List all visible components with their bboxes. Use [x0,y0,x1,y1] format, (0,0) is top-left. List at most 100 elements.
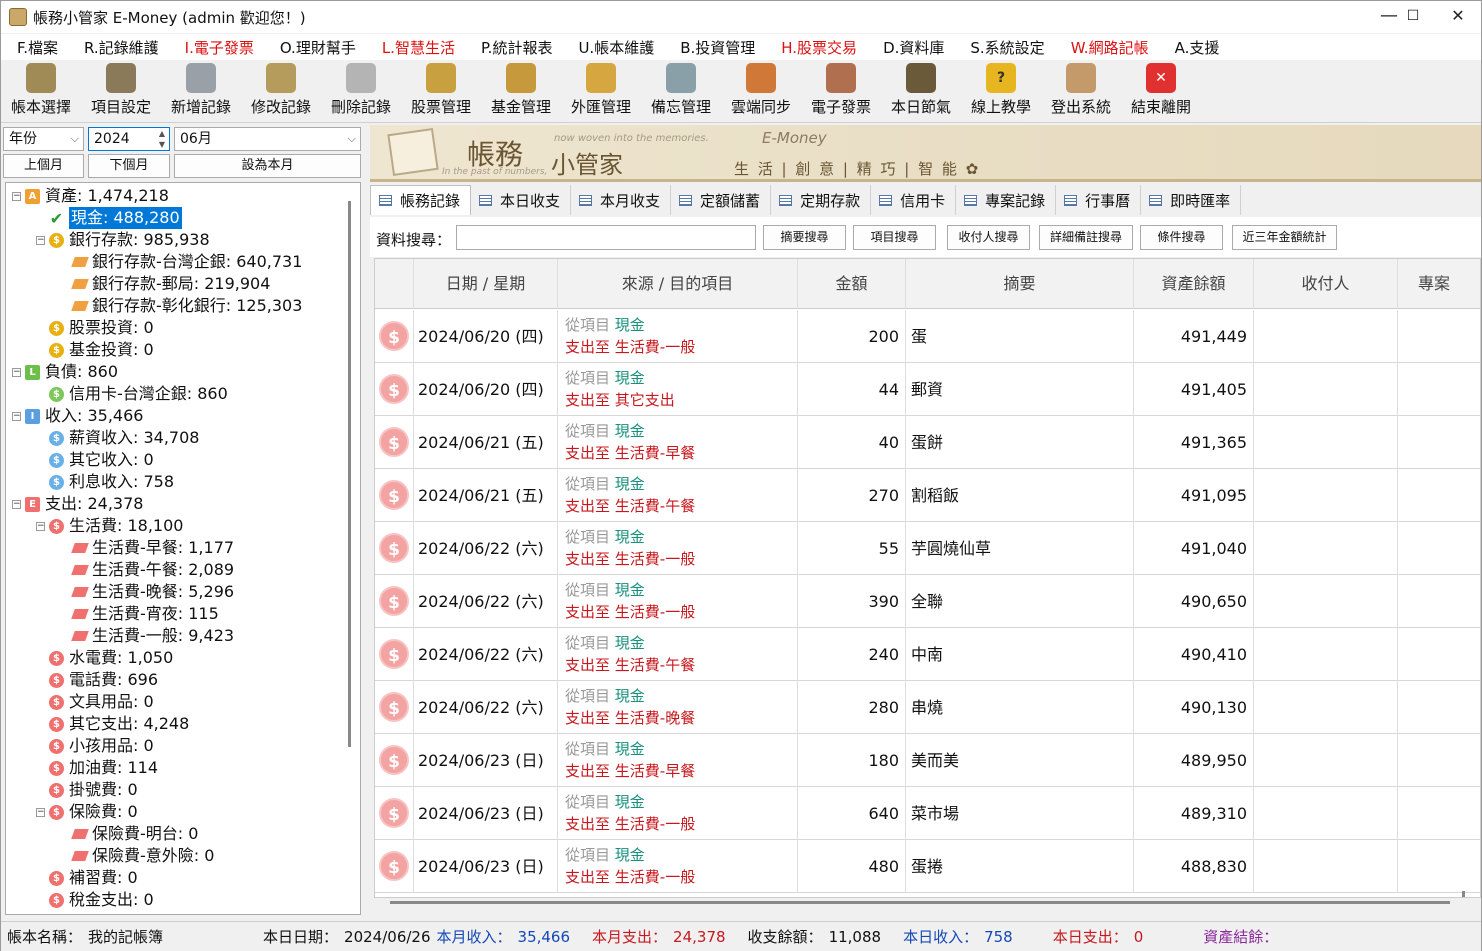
prev-month-button[interactable]: 上個月 [3,154,84,178]
toolbar-button-8[interactable]: 備忘管理 [641,61,721,121]
tab-1[interactable]: 本日收支 [471,185,572,215]
account-tree[interactable]: − A 資產: 1,474,218 ✔ 現金: 488,280− $ 銀行存款: 985,9… [5,182,361,915]
tree-toggle-icon[interactable]: − [36,807,45,817]
column-header[interactable]: 摘要 [906,259,1134,309]
tree-toggle-icon[interactable]: − [12,191,21,201]
toolbar-button-0[interactable]: 帳本選擇 [1,61,81,121]
table-row[interactable]: $2024/06/21 (五) 從項目 現金 支出至 生活費-午餐 270 割稻飯 491… [375,469,1480,522]
tree-node[interactable]: $ 電話費: 696 [36,669,158,691]
tree-toggle-icon[interactable]: − [12,411,21,421]
toolbar-button-3[interactable]: 修改記錄 [241,61,321,121]
search-button-1[interactable]: 項目搜尋 [853,225,936,250]
tree-node[interactable]: 生活費-一般: 9,423 [60,625,234,647]
table-row[interactable]: $2024/06/22 (六) 從項目 現金 支出至 生活費-一般 55 芋圓燒仙草 49… [375,522,1480,575]
records-grid[interactable]: 日期 / 星期 來源 / 目的項目 金額 摘要 資產餘額 收付人 專案 $2024/06/20… [374,258,1481,898]
menu-item-5[interactable]: P.統計報表 [465,37,562,58]
tree-node[interactable]: $ 其它支出: 4,248 [36,713,189,735]
search-input[interactable] [456,225,756,250]
column-header[interactable]: 日期 / 星期 [414,259,558,309]
menu-item-11[interactable]: W.網路記帳 [1055,37,1159,58]
tree-toggle-icon[interactable]: − [36,235,45,245]
maximize-button[interactable]: ☐ [1390,1,1436,33]
table-row[interactable]: $2024/06/21 (五) 從項目 現金 支出至 生活費-早餐 40 蛋餅 491,3… [375,416,1480,469]
tree-node[interactable]: $ 薪資收入: 34,708 [36,427,199,449]
tree-node[interactable]: $ 股票投資: 0 [36,317,154,339]
table-row[interactable]: $2024/06/20 (四) 從項目 現金 支出至 生活費-一般 200 蛋 491,4… [375,310,1480,363]
tree-scrollbar[interactable] [348,201,351,747]
menu-item-8[interactable]: H.股票交易 [765,37,867,58]
toolbar-button-13[interactable]: 登出系統 [1041,61,1121,121]
tab-8[interactable]: 即時匯率 [1141,185,1242,215]
column-header[interactable]: 金額 [798,259,906,309]
column-header[interactable]: 收付人 [1254,259,1398,309]
tab-7[interactable]: 行事曆 [1056,185,1142,215]
year-spinner[interactable]: 2024 ▲ ▼ [88,127,170,151]
toolbar-button-10[interactable]: 電子發票 [801,61,881,121]
period-dropdown[interactable]: 年份 ⌵ [3,127,84,151]
tree-node[interactable]: − L 負債: 860 [12,361,118,383]
tree-node[interactable]: $ 利息收入: 758 [36,471,174,493]
table-row[interactable]: $2024/06/22 (六) 從項目 現金 支出至 生活費-晚餐 280 串燒 490,… [375,681,1480,734]
toolbar-button-9[interactable]: 雲端同步 [721,61,801,121]
toolbar-button-7[interactable]: 外匯管理 [561,61,641,121]
tab-6[interactable]: 專案記錄 [956,185,1057,215]
column-header[interactable] [375,259,414,309]
toolbar-button-11[interactable]: 本日節氣 [881,61,961,121]
menu-item-6[interactable]: U.帳本維護 [562,37,664,58]
tree-node[interactable]: $ 小孩用品: 0 [36,735,154,757]
toolbar-button-14[interactable]: ✕ 結束離開 [1121,61,1201,121]
tree-node[interactable]: 生活費-宵夜: 115 [60,603,219,625]
table-row[interactable]: $2024/06/22 (六) 從項目 現金 支出至 生活費-一般 390 全聯 490,… [375,575,1480,628]
tree-toggle-icon[interactable]: − [36,521,45,531]
table-row[interactable]: $2024/06/23 (日) 從項目 現金 支出至 生活費-一般 480 蛋捲 488,… [375,840,1480,893]
search-button-3[interactable]: 詳細備註搜尋 [1039,225,1133,250]
tree-node[interactable]: $ 稅金支出: 0 [36,889,154,911]
tree-node[interactable]: 生活費-午餐: 2,089 [60,559,234,581]
tree-node[interactable]: $ 加油費: 114 [36,757,158,779]
next-month-button[interactable]: 下個月 [88,154,170,178]
tree-node[interactable]: ✔ 現金: 488,280 [36,207,182,229]
grid-horizontal-scrollbar[interactable] [390,901,1450,904]
table-row[interactable]: $2024/06/22 (六) 從項目 現金 支出至 生活費-午餐 240 中南 490,… [375,628,1480,681]
tree-toggle-icon[interactable]: − [12,499,21,509]
tree-node[interactable]: $ 水電費: 1,050 [36,647,173,669]
tree-node[interactable]: − E 支出: 24,378 [12,493,143,515]
toolbar-button-12[interactable]: ? 線上教學 [961,61,1041,121]
tree-node[interactable]: $ 文具用品: 0 [36,691,154,713]
toolbar-button-5[interactable]: 股票管理 [401,61,481,121]
table-row[interactable]: $2024/06/20 (四) 從項目 現金 支出至 其它支出 44 郵資 491,405 [375,363,1480,416]
tree-node[interactable]: − $ 保險費: 0 [36,801,138,823]
menu-item-10[interactable]: S.系統設定 [954,37,1054,58]
tree-node[interactable]: 生活費-晚餐: 5,296 [60,581,234,603]
toolbar-button-4[interactable]: 刪除記錄 [321,61,401,121]
tab-2[interactable]: 本月收支 [571,185,672,215]
menu-item-0[interactable]: F.檔案 [1,37,68,58]
menu-item-7[interactable]: B.投資管理 [664,37,765,58]
table-row[interactable]: $2024/06/23 (日) 從項目 現金 支出至 生活費-早餐 180 美而美 489… [375,734,1480,787]
tab-4[interactable]: 定期存款 [771,185,872,215]
tree-node[interactable]: 生活費-早餐: 1,177 [60,537,234,559]
tab-3[interactable]: 定額儲蓄 [671,185,772,215]
tab-5[interactable]: 信用卡 [871,185,957,215]
menu-item-12[interactable]: A.支援 [1159,37,1230,58]
month-dropdown[interactable]: 06月 ⌵ [174,127,361,151]
search-button-4[interactable]: 條件搜尋 [1140,225,1223,250]
tree-node[interactable]: 銀行存款-彰化銀行: 125,303 [60,295,302,317]
menu-item-3[interactable]: O.理財幫手 [264,37,366,58]
close-button[interactable]: ✕ [1435,1,1481,33]
search-button-5[interactable]: 近三年金額統計 [1232,225,1337,250]
tab-0[interactable]: 帳務記錄 [370,185,472,215]
tree-node[interactable]: $ 補習費: 0 [36,867,138,889]
search-button-0[interactable]: 摘要搜尋 [763,225,846,250]
tree-node[interactable]: $ 基金投資: 0 [36,339,154,361]
search-button-2[interactable]: 收付人搜尋 [947,225,1030,250]
toolbar-button-1[interactable]: 項目設定 [81,61,161,121]
set-this-month-button[interactable]: 設為本月 [174,154,361,178]
table-row[interactable]: $2024/06/23 (日) 從項目 現金 支出至 生活費-一般 640 菜市場 489… [375,787,1480,840]
menu-item-2[interactable]: I.電子發票 [169,37,264,58]
tree-node[interactable]: $ 掛號費: 0 [36,779,138,801]
column-header[interactable]: 來源 / 目的項目 [558,259,798,309]
tree-node[interactable]: − $ 生活費: 18,100 [36,515,183,537]
menu-item-4[interactable]: L.智慧生活 [366,37,465,58]
tree-node[interactable]: $ 其它收入: 0 [36,449,154,471]
